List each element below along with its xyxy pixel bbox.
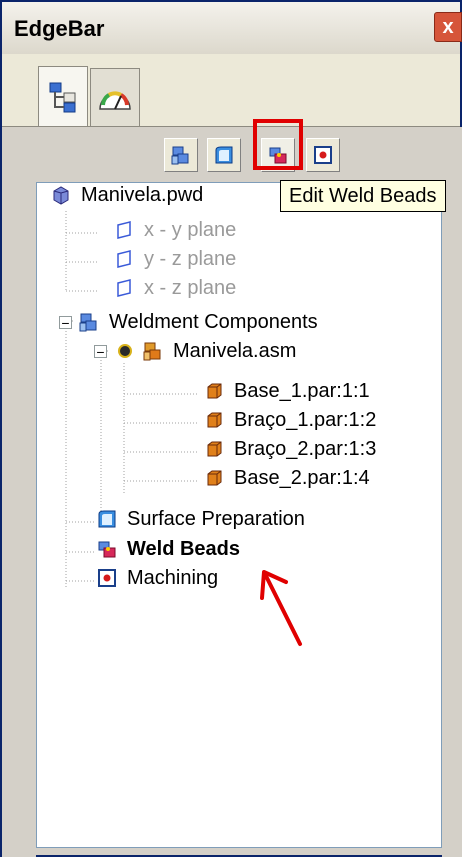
- right-margin: [442, 127, 462, 857]
- tree-item-part-1[interactable]: Base_1.par:1:1: [202, 376, 370, 406]
- pathfinder-tree[interactable]: − − Manivela.pwd x - y plane y - z plane…: [36, 182, 442, 848]
- tree-item-label: Base_1.par:1:1: [234, 379, 370, 402]
- tree-item-machining[interactable]: Machining: [95, 563, 218, 593]
- tree-item-label: x - z plane: [144, 276, 237, 299]
- part-icon: [202, 379, 226, 403]
- plane-icon: [112, 247, 136, 271]
- surface-preparation-icon: [215, 146, 233, 164]
- assembly-icon: [141, 339, 165, 363]
- edgebar-window: EdgeBar x Edit Weld Beads − − Manivela.p…: [0, 0, 462, 857]
- plane-icon: [112, 218, 136, 242]
- tree-item-part-2[interactable]: Braço_1.par:1:2: [202, 405, 376, 435]
- tree-item-surface-preparation[interactable]: Surface Preparation: [95, 504, 305, 534]
- title-bar[interactable]: EdgeBar x: [2, 2, 462, 55]
- close-button[interactable]: x: [434, 12, 462, 42]
- expand-toggle-weldment[interactable]: −: [59, 316, 72, 330]
- tree-item-label: Surface Preparation: [127, 507, 305, 530]
- tree-item-label: Weldment Components: [109, 310, 318, 333]
- machining-icon: [314, 146, 332, 164]
- tree-item-label: Machining: [127, 566, 219, 589]
- tree-item-part-4[interactable]: Base_2.par:1:4: [202, 463, 370, 493]
- document-icon: [49, 183, 73, 207]
- tree-item-plane-yz[interactable]: y - z plane: [112, 244, 236, 274]
- weldment-components-icon: [77, 310, 101, 334]
- pathfinder-tree-icon: [49, 82, 76, 112]
- toolbar: [2, 127, 460, 182]
- tab-gauge[interactable]: [90, 68, 140, 126]
- part-icon: [202, 408, 226, 432]
- left-margin: [2, 127, 36, 857]
- tree-item-label: Weld Beads: [127, 537, 240, 560]
- tree-item-plane-xz[interactable]: x - z plane: [112, 273, 236, 303]
- tree-item-label: Braço_1.par:1:2: [234, 408, 377, 431]
- tab-strip: [2, 54, 460, 126]
- tooltip-edit-weld-beads: Edit Weld Beads: [280, 180, 446, 212]
- tree-item-label: Base_2.par:1:4: [234, 466, 370, 489]
- weldment-components-button[interactable]: [164, 138, 198, 172]
- weldment-components-icon: [171, 146, 189, 165]
- tree-item-plane-xy[interactable]: x - y plane: [112, 215, 236, 245]
- tree-item-weld-beads[interactable]: Weld Beads: [95, 534, 240, 564]
- link-icon: [113, 339, 137, 363]
- tree-item-label: Braço_2.par:1:3: [234, 437, 377, 460]
- machining-button[interactable]: [306, 138, 340, 172]
- part-icon: [202, 466, 226, 490]
- tree-item-assembly[interactable]: Manivela.asm: [113, 336, 296, 366]
- tree-item-label: y - z plane: [144, 247, 237, 270]
- tree-item-label: Manivela.asm: [173, 339, 297, 362]
- surface-preparation-button[interactable]: [207, 138, 241, 172]
- annotation-arrow: [260, 570, 302, 646]
- surface-preparation-icon: [95, 507, 119, 531]
- plane-icon: [112, 276, 136, 300]
- tree-item-label: Manivela.pwd: [81, 183, 204, 206]
- tab-pathfinder[interactable]: [38, 66, 88, 126]
- tree-item-weldment-components[interactable]: Weldment Components: [77, 307, 318, 337]
- tree-item-part-3[interactable]: Braço_2.par:1:3: [202, 434, 376, 464]
- highlight-box: [253, 119, 303, 170]
- tree-item-root[interactable]: Manivela.pwd: [49, 180, 203, 210]
- machining-icon: [95, 566, 119, 590]
- close-icon: x: [442, 15, 454, 38]
- gauge-icon: [99, 90, 131, 110]
- expand-toggle-assembly[interactable]: −: [94, 345, 107, 359]
- window-title: EdgeBar: [14, 16, 105, 41]
- part-icon: [202, 437, 226, 461]
- tree-item-label: x - y plane: [144, 218, 237, 241]
- weld-beads-icon: [95, 537, 119, 561]
